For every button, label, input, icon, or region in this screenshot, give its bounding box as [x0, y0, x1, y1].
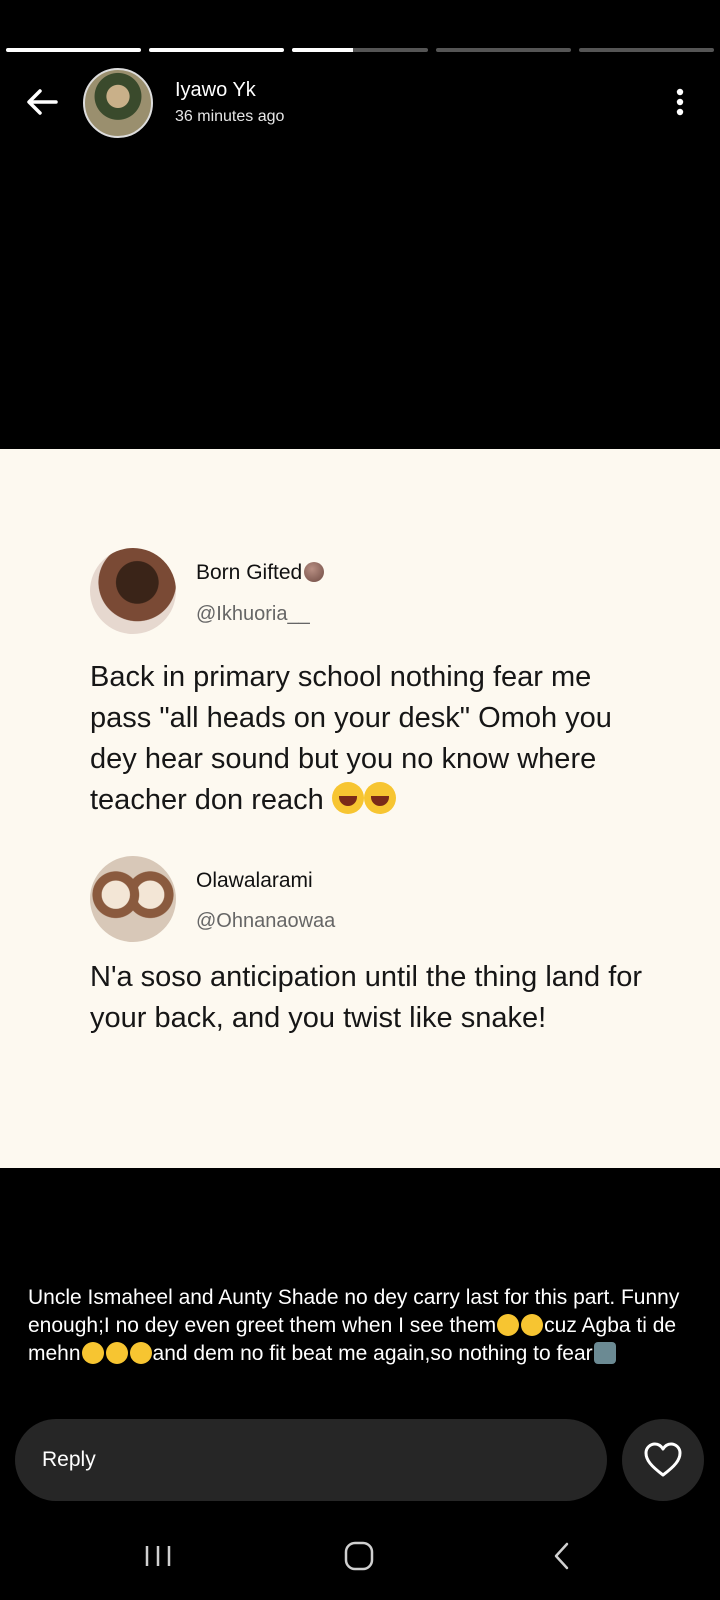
tweet-text: N'a soso anticipation until the thing la…: [90, 961, 643, 1034]
progress-segment: [292, 48, 428, 52]
progress-segment: [578, 48, 715, 52]
author-avatar[interactable]: [83, 68, 153, 138]
tweet-handle: @Ohnanaowaa: [196, 910, 336, 932]
recent-apps-icon[interactable]: [142, 1540, 174, 1572]
tweet-author-name: Born Gifted: [196, 561, 325, 585]
story-caption: Uncle Ismaheel and Aunty Shade no dey ca…: [28, 1286, 680, 1365]
like-button[interactable]: [622, 1419, 704, 1501]
laughing-emoji-icon: [331, 782, 364, 814]
back-arrow-icon[interactable]: [24, 84, 60, 120]
smiling-emoji-icon: [129, 1342, 152, 1364]
tweet-text: Back in primary school nothing fear me p…: [90, 661, 612, 816]
laughing-emoji-icon: [363, 782, 396, 814]
grinning-emoji-icon: [497, 1314, 520, 1336]
rolling-laughing-emoji-icon: [105, 1342, 128, 1364]
story-progress: [6, 48, 715, 52]
badge-icon: [304, 562, 325, 582]
heart-icon: [644, 1442, 682, 1477]
home-icon[interactable]: [343, 1540, 375, 1572]
reply-input[interactable]: Reply: [15, 1419, 607, 1501]
tweet-handle: @Ikhuoria__: [196, 603, 310, 625]
tweet-avatar: [90, 856, 176, 942]
tweet-avatar: [90, 548, 176, 634]
more-vertical-icon[interactable]: [668, 86, 692, 118]
grinning-emoji-icon: [521, 1314, 544, 1336]
progress-segment: [6, 48, 142, 52]
nav-back-icon[interactable]: [548, 1540, 576, 1572]
author-name[interactable]: Iyawo Yk: [175, 79, 256, 102]
story-image: Born Gifted @Ikhuoria__ Back in primary …: [0, 449, 720, 1168]
progress-segment: [149, 48, 285, 52]
tweet-author-name: Olawalarami: [196, 869, 313, 892]
progress-segment: [435, 48, 571, 52]
story-screen: Iyawo Yk 36 minutes ago Born Gifted @Ikh…: [0, 0, 720, 1600]
posted-time: 36 minutes ago: [175, 108, 285, 125]
shrug-emoji-icon: [593, 1342, 616, 1364]
rolling-laughing-emoji-icon: [81, 1342, 104, 1364]
